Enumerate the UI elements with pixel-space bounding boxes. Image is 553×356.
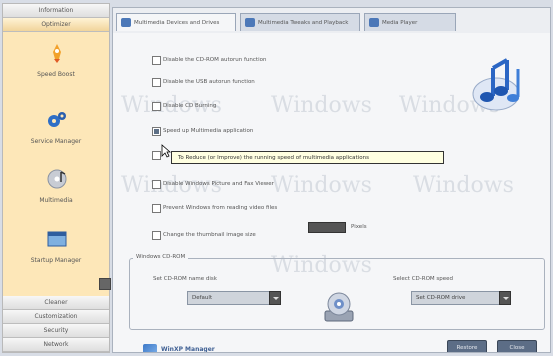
sidebar: Information Optimizer Speed Boost Servic… xyxy=(2,3,111,353)
tab-label: Media Player xyxy=(382,20,418,26)
sidebar-item-startup-manager[interactable]: Startup Manager xyxy=(3,224,109,284)
checkbox[interactable] xyxy=(152,180,161,189)
brand-label: WinXP Manager xyxy=(161,346,215,353)
cdrom-group-title: Windows CD-ROM xyxy=(133,254,189,260)
tab-label: Multimedia Devices and Drives xyxy=(134,20,220,26)
tab-multimedia-tweaks[interactable]: Multimedia Tweaks and Playback xyxy=(240,13,360,31)
thumbnail-size-unit: Pixels xyxy=(351,224,367,230)
tweaks-icon xyxy=(245,18,255,27)
sidebar-bottom-groups: Cleaner Customization Security Network xyxy=(3,296,109,352)
sidebar-group-information[interactable]: Information xyxy=(3,4,109,18)
tab-label: Multimedia Tweaks and Playback xyxy=(258,20,349,26)
sidebar-group-customization[interactable]: Customization xyxy=(3,310,109,324)
checkbox[interactable] xyxy=(152,102,161,111)
window-icon xyxy=(47,231,67,247)
tab-multimedia-devices[interactable]: Multimedia Devices and Drives xyxy=(116,13,236,31)
sidebar-group-optimizer[interactable]: Optimizer xyxy=(3,18,109,32)
option-label: Prevent Windows from reading video files xyxy=(163,205,278,211)
option-label: Disable the CD-ROM autorun function xyxy=(163,57,267,63)
checkbox[interactable] xyxy=(152,56,161,65)
app-logo-icon xyxy=(143,343,157,352)
cdrom-speed-select[interactable]: Set CD-ROM drive xyxy=(411,291,511,305)
media-player-icon xyxy=(369,18,379,27)
option-label: Speed up Multimedia application xyxy=(163,128,254,134)
sidebar-item-label: Speed Boost xyxy=(37,71,75,78)
cdrom-speed-label: Select CD-ROM speed xyxy=(393,276,454,282)
rocket-icon xyxy=(53,44,61,63)
windows-watermark: Windows xyxy=(271,173,372,198)
checkbox-checked[interactable] xyxy=(152,127,161,136)
sidebar-item-label: Service Manager xyxy=(30,138,82,145)
checkbox[interactable] xyxy=(152,151,161,160)
checkbox[interactable] xyxy=(152,204,161,213)
select-value: Default xyxy=(192,295,213,301)
sidebar-group-cleaner[interactable]: Cleaner xyxy=(3,296,109,310)
close-button[interactable]: Close xyxy=(497,340,537,352)
tooltip: To Reduce (or Improve) the running speed… xyxy=(171,151,444,164)
checkbox[interactable] xyxy=(152,231,161,240)
sidebar-group-security[interactable]: Security xyxy=(3,324,109,338)
app-window: Information Optimizer Speed Boost Servic… xyxy=(0,0,553,356)
sidebar-item-label: Startup Manager xyxy=(30,257,82,264)
chevron-down-icon[interactable] xyxy=(269,291,281,305)
sidebar-item-multimedia[interactable]: Multimedia xyxy=(3,164,109,224)
option-label: Disable the USB autorun function xyxy=(163,79,255,85)
option-label: Disable Windows Picture and Fax Viewer xyxy=(163,181,274,187)
checkbox[interactable] xyxy=(152,78,161,87)
tab-media-player[interactable]: Media Player xyxy=(364,13,456,31)
main-panel: Windows Windows Windows Windows Windows … xyxy=(112,7,551,353)
mouse-cursor-icon xyxy=(161,144,171,158)
cdrom-name-label: Set CD-ROM name disk xyxy=(153,276,217,282)
thumbnail-size-input[interactable] xyxy=(308,222,346,233)
brand-logo: WinXP Manager xyxy=(143,342,215,353)
sidebar-item-service-manager[interactable]: Service Manager xyxy=(3,105,109,165)
windows-watermark: Windows xyxy=(271,93,372,118)
music-notes-icon xyxy=(472,58,520,111)
tab-bar: Multimedia Devices and Drives Multimedia… xyxy=(113,8,550,33)
sidebar-item-label: Multimedia xyxy=(39,197,73,204)
restore-button[interactable]: Restore xyxy=(447,340,487,352)
sidebar-scroll-button[interactable] xyxy=(99,278,111,290)
select-value: Set CD-ROM drive xyxy=(416,295,466,301)
gears-icon xyxy=(48,112,66,127)
cd-music-icon xyxy=(47,169,67,189)
cdrom-drive-icon xyxy=(324,292,354,322)
devices-icon xyxy=(121,18,131,27)
option-label: Change the thumbnail image size xyxy=(163,232,256,238)
chevron-down-icon[interactable] xyxy=(499,291,511,305)
sidebar-group-network[interactable]: Network xyxy=(3,338,109,352)
windows-watermark: Windows xyxy=(413,173,514,198)
option-label: Disable CD Burning xyxy=(163,103,217,109)
cdrom-name-select[interactable]: Default xyxy=(187,291,281,305)
sidebar-item-speed-boost[interactable]: Speed Boost xyxy=(3,38,109,98)
